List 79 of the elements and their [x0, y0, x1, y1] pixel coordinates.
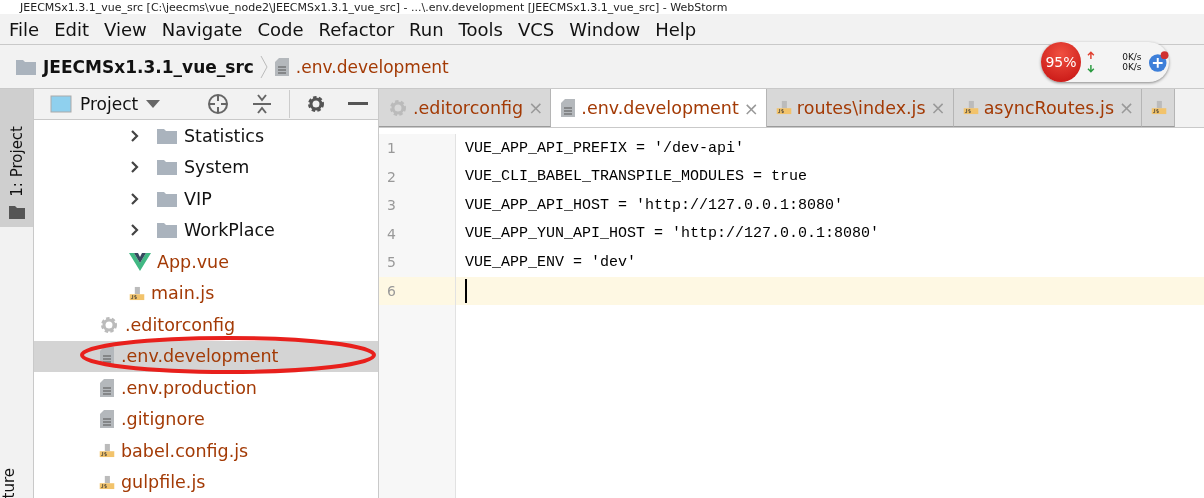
- project-window-icon: [50, 95, 72, 113]
- usage-percent: 95%: [1041, 42, 1081, 82]
- code-line: VUE_APP_YUN_API_HOST = 'http://127.0.0.1:8080': [464, 224, 881, 245]
- gear-icon: [388, 97, 408, 118]
- menu-item[interactable]: Edit: [49, 18, 97, 40]
- js-file-icon: [962, 100, 979, 115]
- tree-item[interactable]: App.vue: [34, 246, 378, 278]
- minimize-icon[interactable]: [348, 102, 368, 106]
- menu-item[interactable]: Navigate: [156, 18, 251, 40]
- download-speed: 0K/s: [1122, 62, 1142, 72]
- code-line: VUE_CLI_BABEL_TRANSPILE_MODULES = true: [464, 167, 809, 188]
- tree-item[interactable]: WorkPlace: [34, 214, 378, 246]
- line-number: 4: [386, 224, 397, 244]
- editor-tab[interactable]: .env.development ×: [551, 89, 767, 127]
- text-file-icon: [99, 377, 115, 398]
- line-number: 5: [386, 253, 397, 273]
- text-file-icon: [560, 98, 577, 118]
- tree-item[interactable]: .env.production: [34, 372, 378, 404]
- js-file-icon: [775, 100, 792, 115]
- chevron-right-icon[interactable]: [130, 160, 140, 175]
- menu-item[interactable]: Window: [564, 18, 649, 40]
- js-file-icon: [1151, 100, 1168, 115]
- code-line: VUE_APP_ENV = 'dev': [464, 252, 638, 273]
- menu-item[interactable]: Tools: [453, 18, 511, 40]
- plus-icon[interactable]: [1147, 51, 1169, 73]
- js-file-icon: [99, 474, 115, 490]
- tree-item[interactable]: VIP: [34, 183, 378, 215]
- line-number: 6: [379, 276, 455, 305]
- tree-item[interactable]: .editorconfig: [34, 309, 378, 341]
- tree-item[interactable]: babel.config.js: [34, 435, 378, 467]
- folder-icon: [156, 158, 178, 177]
- breadcrumb-file[interactable]: .env.development: [295, 56, 449, 77]
- folder-icon: [156, 126, 178, 145]
- editor-tab[interactable]: .editorconfig ×: [379, 89, 552, 127]
- line-number: 3: [386, 196, 397, 216]
- breadcrumb-project[interactable]: JEECMSx1.3.1_vue_src: [43, 56, 254, 77]
- tree-item[interactable]: main.js: [34, 277, 378, 309]
- js-file-icon: [129, 285, 145, 301]
- tree-item[interactable]: Statistics: [34, 120, 378, 152]
- line-number: 2: [386, 167, 397, 187]
- folder-icon: [15, 57, 37, 76]
- collapse-all-icon[interactable]: [251, 93, 273, 115]
- chevron-right-icon[interactable]: [130, 128, 140, 143]
- code-line: VUE_APP_API_HOST = 'http://127.0.0.1:8080': [464, 195, 845, 216]
- folder-icon: [156, 189, 178, 208]
- chevron-right-icon[interactable]: [130, 223, 140, 238]
- dropdown-caret-icon[interactable]: [146, 100, 161, 108]
- gear-icon: [99, 314, 119, 335]
- tree-item[interactable]: .gitignore: [34, 403, 378, 435]
- up-down-arrows-icon: [1087, 51, 1095, 73]
- menu-item[interactable]: Refactor: [313, 18, 403, 40]
- vue-logo-icon: [129, 252, 151, 271]
- menu-item[interactable]: Code: [252, 18, 312, 40]
- menu-item[interactable]: VCS: [512, 18, 563, 40]
- settings-icon[interactable]: [306, 94, 326, 114]
- upload-speed: 0K/s: [1122, 52, 1142, 62]
- menu-item[interactable]: Run: [404, 18, 452, 40]
- text-file-icon: [99, 409, 115, 430]
- panel-title[interactable]: Project: [80, 94, 139, 114]
- target-icon[interactable]: [207, 93, 229, 115]
- menu-item[interactable]: View: [99, 18, 155, 40]
- js-file-icon: [99, 443, 115, 459]
- tree-item[interactable]: System: [34, 151, 378, 183]
- chevron-right-icon[interactable]: [130, 191, 140, 206]
- editor-tab[interactable]: asyncRoutes.js ×: [953, 89, 1143, 127]
- text-cursor: [465, 278, 467, 303]
- menu-item[interactable]: File: [4, 18, 48, 40]
- editor-tab[interactable]: routes\index.js ×: [766, 89, 954, 127]
- folder-icon: [8, 205, 25, 219]
- project-tool-tab[interactable]: 1: Project: [0, 89, 33, 227]
- folder-icon: [156, 221, 178, 240]
- text-file-icon: [273, 56, 290, 77]
- code-line: VUE_APP_API_PREFIX = '/dev-api': [464, 138, 746, 159]
- tree-item[interactable]: gulpfile.js: [34, 466, 378, 498]
- breadcrumb-separator-icon: [259, 54, 268, 79]
- network-monitor-widget[interactable]: 95% 0K/s 0K/s: [1041, 42, 1169, 82]
- menu-item[interactable]: Help: [650, 18, 705, 40]
- line-number: 1: [386, 139, 397, 159]
- structure-tool-tab[interactable]: ture: [0, 467, 33, 498]
